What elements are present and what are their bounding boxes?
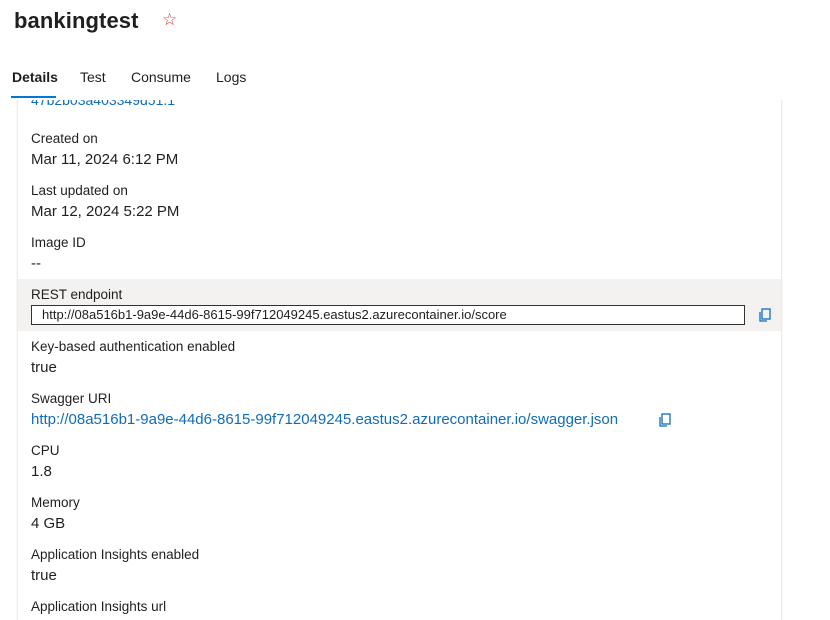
swagger-uri-label: Swagger URI	[31, 391, 112, 406]
rest-endpoint-label: REST endpoint	[31, 287, 123, 302]
memory-field: Memory 4 GB	[18, 495, 781, 543]
tab-details[interactable]: Details	[12, 69, 58, 85]
app-insights-field: Application Insights enabled true	[18, 547, 781, 595]
star-icon[interactable]: ☆	[162, 10, 177, 30]
swagger-uri-field: Swagger URI http://08a516b1-9a9e-44d6-86…	[18, 391, 781, 439]
image-id-label: Image ID	[31, 235, 86, 250]
last-updated-label: Last updated on	[31, 183, 128, 198]
created-on-value: Mar 11, 2024 6:12 PM	[31, 151, 179, 168]
cpu-field: CPU 1.8	[18, 443, 781, 491]
tab-consume[interactable]: Consume	[131, 69, 191, 85]
tab-test[interactable]: Test	[80, 69, 106, 85]
app-insights-value: true	[31, 567, 57, 584]
cpu-value: 1.8	[31, 463, 52, 480]
memory-value: 4 GB	[31, 515, 66, 532]
key-auth-field: Key-based authentication enabled true	[18, 339, 781, 387]
last-updated-field: Last updated on Mar 12, 2024 5:22 PM	[18, 183, 781, 231]
page-header: bankingtest ☆ Details Test Consume Logs	[0, 0, 830, 100]
tab-logs[interactable]: Logs	[216, 69, 246, 85]
memory-label: Memory	[31, 495, 80, 510]
page-title: bankingtest	[14, 8, 139, 33]
created-on-field: Created on Mar 11, 2024 6:12 PM	[18, 131, 781, 179]
details-card: 47b2b03a403349d51.1 Created on Mar 11, 2…	[17, 80, 782, 620]
last-updated-value: Mar 12, 2024 5:22 PM	[31, 203, 180, 220]
image-id-value: --	[31, 255, 41, 272]
tab-bar: Details Test Consume Logs	[0, 62, 830, 100]
app-insights-url-field: Application Insights url	[18, 599, 781, 619]
app-insights-label: Application Insights enabled	[31, 547, 200, 562]
swagger-uri-link[interactable]: http://08a516b1-9a9e-44d6-8615-99f712049…	[31, 411, 618, 428]
swagger-copy-icon[interactable]	[658, 413, 672, 427]
key-auth-label: Key-based authentication enabled	[31, 339, 236, 354]
active-tab-indicator	[11, 96, 56, 98]
cpu-label: CPU	[31, 443, 60, 458]
created-on-label: Created on	[31, 131, 98, 146]
copy-icon[interactable]	[758, 308, 772, 322]
image-id-field: Image ID --	[18, 235, 781, 283]
key-auth-value: true	[31, 359, 57, 376]
rest-endpoint-field: REST endpoint http://08a516b1-9a9e-44d6-…	[18, 279, 781, 331]
rest-endpoint-textbox[interactable]: http://08a516b1-9a9e-44d6-8615-99f712049…	[31, 305, 745, 325]
app-insights-url-label: Application Insights url	[31, 599, 167, 614]
